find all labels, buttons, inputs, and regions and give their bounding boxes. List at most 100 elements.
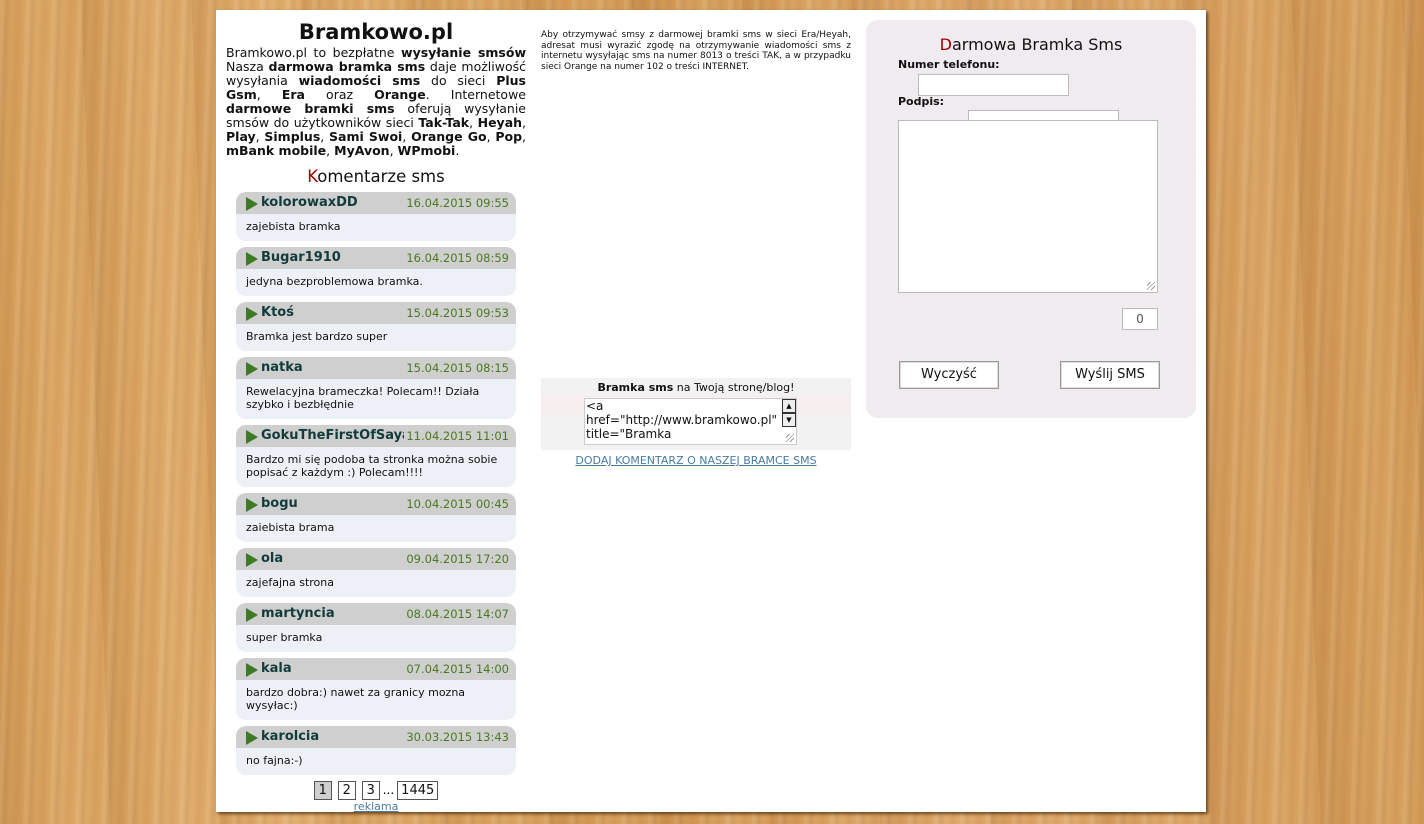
char-counter: 0 <box>1122 308 1158 330</box>
arrow-right-icon <box>246 197 258 211</box>
intro-fragment: Play <box>226 129 256 144</box>
arrow-right-icon <box>246 498 258 512</box>
comment-text: super bramka <box>236 625 516 652</box>
intro-fragment: , <box>326 143 335 158</box>
page-link[interactable]: 3 <box>361 781 380 800</box>
comments-title: Komentarze sms <box>226 167 526 189</box>
comment-item: martyncia 08.04.2015 14:07 super bramka <box>236 603 516 652</box>
intro-fragment: darmowe bramki sms <box>226 101 395 116</box>
comment-header: GokuTheFirstOfSayan 11.04.2015 11:01 <box>236 425 516 447</box>
add-comment-link[interactable]: DODAJ KOMENTARZ O NASZEJ BRAMCE SMS <box>541 454 851 467</box>
intro-fragment: Bramkowo.pl to bezpłatne <box>226 45 402 60</box>
send-sms-button[interactable]: Wyślij SMS <box>1060 361 1160 389</box>
intro-fragment: , <box>522 129 527 144</box>
comment-item: Ktoś 15.04.2015 09:53 Bramka jest bardzo s… <box>236 302 516 351</box>
message-textarea[interactable] <box>898 120 1158 293</box>
comment-item: Bugar1910 16.04.2015 08:59 jedyna bezprobl… <box>236 247 516 296</box>
comment-header: natka 15.04.2015 08:15 <box>236 357 516 379</box>
intro-fragment: Simplus <box>264 129 321 144</box>
page-container: Bramkowo.pl Bramkowo.pl to bezpłatne wys… <box>216 10 1206 813</box>
comment-date: 09.04.2015 17:20 <box>404 552 509 566</box>
comment-author: natka <box>261 360 303 375</box>
comment-author: karolcia <box>261 729 320 744</box>
comment-text: Bardzo mi się podoba ta stronka można so… <box>236 447 516 487</box>
comments-title-initial: K <box>307 167 318 186</box>
message-resize-icon[interactable] <box>1147 282 1155 290</box>
embed-box: Bramka sms na Twoją stronę/blog! <a href… <box>541 378 851 450</box>
comment-text: zajefajna strona <box>236 570 516 597</box>
comment-date: 10.04.2015 00:45 <box>404 497 509 511</box>
scroll-up-icon[interactable]: ▲ <box>782 399 796 413</box>
comment-header: Ktoś 15.04.2015 09:53 <box>236 302 516 324</box>
comment-header: ola 09.04.2015 17:20 <box>236 548 516 570</box>
comment-date: 11.04.2015 11:01 <box>404 429 509 443</box>
comment-header: Bugar1910 16.04.2015 08:59 <box>236 247 516 269</box>
comment-header: bogu 10.04.2015 00:45 <box>236 493 516 515</box>
embed-code-text: <a href="http://www.bramkowo.pl" title="… <box>586 399 778 441</box>
intro-fragment: Heyah <box>477 115 523 130</box>
comment-author: kala <box>261 661 292 676</box>
comments-list: kolorowaxDD 16.04.2015 09:55 zajebista bra… <box>236 192 516 775</box>
intro-fragment: MyAvon <box>334 143 390 158</box>
comment-date: 16.04.2015 08:59 <box>404 251 509 265</box>
intro-fragment: Orange <box>374 87 426 102</box>
ad-link[interactable]: reklama <box>226 800 526 813</box>
clear-button[interactable]: Wyczyść <box>899 361 999 389</box>
comment-text: bardzo dobra:) nawet za granicy mozna wy… <box>236 680 516 720</box>
comment-item: kala 07.04.2015 14:00 bardzo dobra:) nawet… <box>236 658 516 720</box>
scroll-down-icon[interactable]: ▼ <box>782 413 796 427</box>
arrow-right-icon <box>246 362 258 376</box>
arrow-right-icon <box>246 252 258 266</box>
arrow-right-icon <box>246 553 258 567</box>
intro-fragment: , <box>469 115 478 130</box>
middle-column: Aby otrzymywać smsy z darmowej bramki sm… <box>541 30 851 467</box>
arrow-right-icon <box>246 663 258 677</box>
comment-item: bogu 10.04.2015 00:45 zaiebista brama <box>236 493 516 542</box>
intro-fragment: wiadomości sms <box>298 73 421 88</box>
comment-author: bogu <box>261 496 298 511</box>
comment-date: 15.04.2015 08:15 <box>404 361 509 375</box>
info-text: Aby otrzymywać smsy z darmowej bramki sm… <box>541 30 851 72</box>
arrow-right-icon <box>246 307 258 321</box>
intro-fragment: wysyłanie smsów <box>401 45 527 60</box>
intro-fragment: , <box>389 143 398 158</box>
form-title-rest: armowa Bramka Sms <box>951 35 1123 54</box>
intro-fragment: , <box>522 115 527 130</box>
intro-fragment: , <box>256 87 282 102</box>
comment-date: 16.04.2015 09:55 <box>404 196 509 210</box>
comment-header: kolorowaxDD 16.04.2015 09:55 <box>236 192 516 214</box>
comment-text: Rewelacyjna brameczka! Polecam!! Działa … <box>236 379 516 419</box>
phone-input[interactable] <box>918 74 1069 96</box>
intro-fragment: Nasza <box>226 59 269 74</box>
page-link[interactable]: 2 <box>337 781 356 800</box>
comment-date: 07.04.2015 14:00 <box>404 662 509 676</box>
comment-author: GokuTheFirstOfSayan <box>261 428 421 443</box>
intro-fragment: , <box>402 129 412 144</box>
comment-text: Bramka jest bardzo super <box>236 324 516 351</box>
comment-date: 30.03.2015 13:43 <box>404 730 509 744</box>
comment-author: kolorowaxDD <box>261 195 358 210</box>
intro-fragment: darmowa bramka sms <box>268 59 426 74</box>
comment-header: kala 07.04.2015 14:00 <box>236 658 516 680</box>
resize-handle-icon[interactable] <box>786 434 794 442</box>
site-title: Bramkowo.pl <box>298 20 454 44</box>
embed-heading-rest: na Twoją stronę/blog! <box>673 381 795 394</box>
comment-text: zajebista bramka <box>236 214 516 241</box>
comment-item: kolorowaxDD 16.04.2015 09:55 zajebista bra… <box>236 192 516 241</box>
comment-item: GokuTheFirstOfSayan 11.04.2015 11:01 Bardz… <box>236 425 516 487</box>
phone-label: Numer telefonu: <box>898 58 1000 71</box>
arrow-right-icon <box>246 608 258 622</box>
page-link-last[interactable]: 1445 <box>397 781 439 800</box>
page-link[interactable]: 1 <box>313 781 332 800</box>
intro-fragment: Tak-Tak <box>418 115 470 130</box>
intro-fragment: , <box>320 129 330 144</box>
comment-author: Bugar1910 <box>261 250 341 265</box>
intro-fragment: do sieci <box>420 73 497 88</box>
embed-heading-bold: Bramka sms <box>597 381 674 394</box>
embed-code-textarea[interactable]: <a href="http://www.bramkowo.pl" title="… <box>584 398 797 445</box>
comment-item: natka 15.04.2015 08:15 Rewelacyjna bramecz… <box>236 357 516 419</box>
intro-fragment: oraz <box>304 87 375 102</box>
arrow-right-icon <box>246 731 258 745</box>
comment-text: no fajna:-) <box>236 748 516 775</box>
comment-author: Ktoś <box>261 305 294 320</box>
